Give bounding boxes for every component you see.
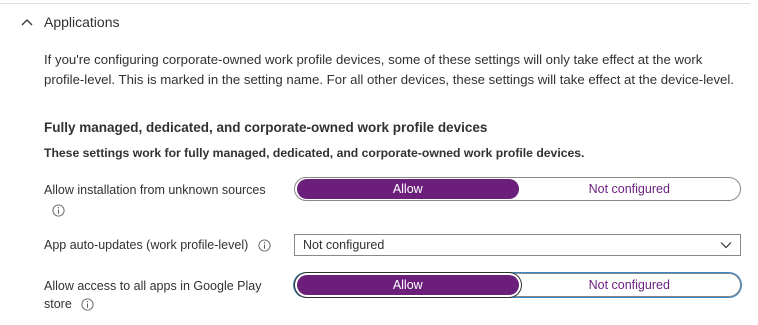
auto-updates-label: App auto-updates (work profile-level) <box>44 236 271 254</box>
unknown-sources-toggle[interactable]: Allow Not configured <box>294 177 741 201</box>
info-icon[interactable] <box>52 204 65 217</box>
info-icon[interactable] <box>81 298 94 311</box>
google-play-label: Allow access to all apps in Google Play … <box>44 277 284 313</box>
group-heading: Fully managed, dedicated, and corporate-… <box>44 120 488 135</box>
info-icon[interactable] <box>258 239 271 252</box>
section-title: Applications <box>44 14 120 30</box>
auto-updates-dropdown[interactable]: Not configured <box>294 234 741 256</box>
applications-section-header[interactable]: Applications <box>20 12 120 32</box>
section-description: If you're configuring corporate-owned wo… <box>44 52 734 87</box>
auto-updates-label-text: App auto-updates (work profile-level) <box>44 238 249 252</box>
google-play-toggle[interactable]: Allow Not configured <box>294 273 741 297</box>
unknown-sources-label-text: Allow installation from unknown sources <box>44 183 266 197</box>
auto-updates-value: Not configured <box>303 238 385 252</box>
chevron-down-icon <box>720 242 732 249</box>
unknown-sources-not-configured-option[interactable]: Not configured <box>519 179 741 199</box>
unknown-sources-allow-option[interactable]: Allow <box>297 179 519 199</box>
unknown-sources-label: Allow installation from unknown sources <box>44 181 284 217</box>
google-play-not-configured-option[interactable]: Not configured <box>519 275 741 295</box>
section-divider <box>0 3 750 4</box>
google-play-label-text: Allow access to all apps in Google Play … <box>44 279 262 311</box>
google-play-allow-option[interactable]: Allow <box>297 275 519 295</box>
group-subheading: These settings work for fully managed, d… <box>44 146 585 160</box>
chevron-up-icon[interactable] <box>20 15 34 29</box>
